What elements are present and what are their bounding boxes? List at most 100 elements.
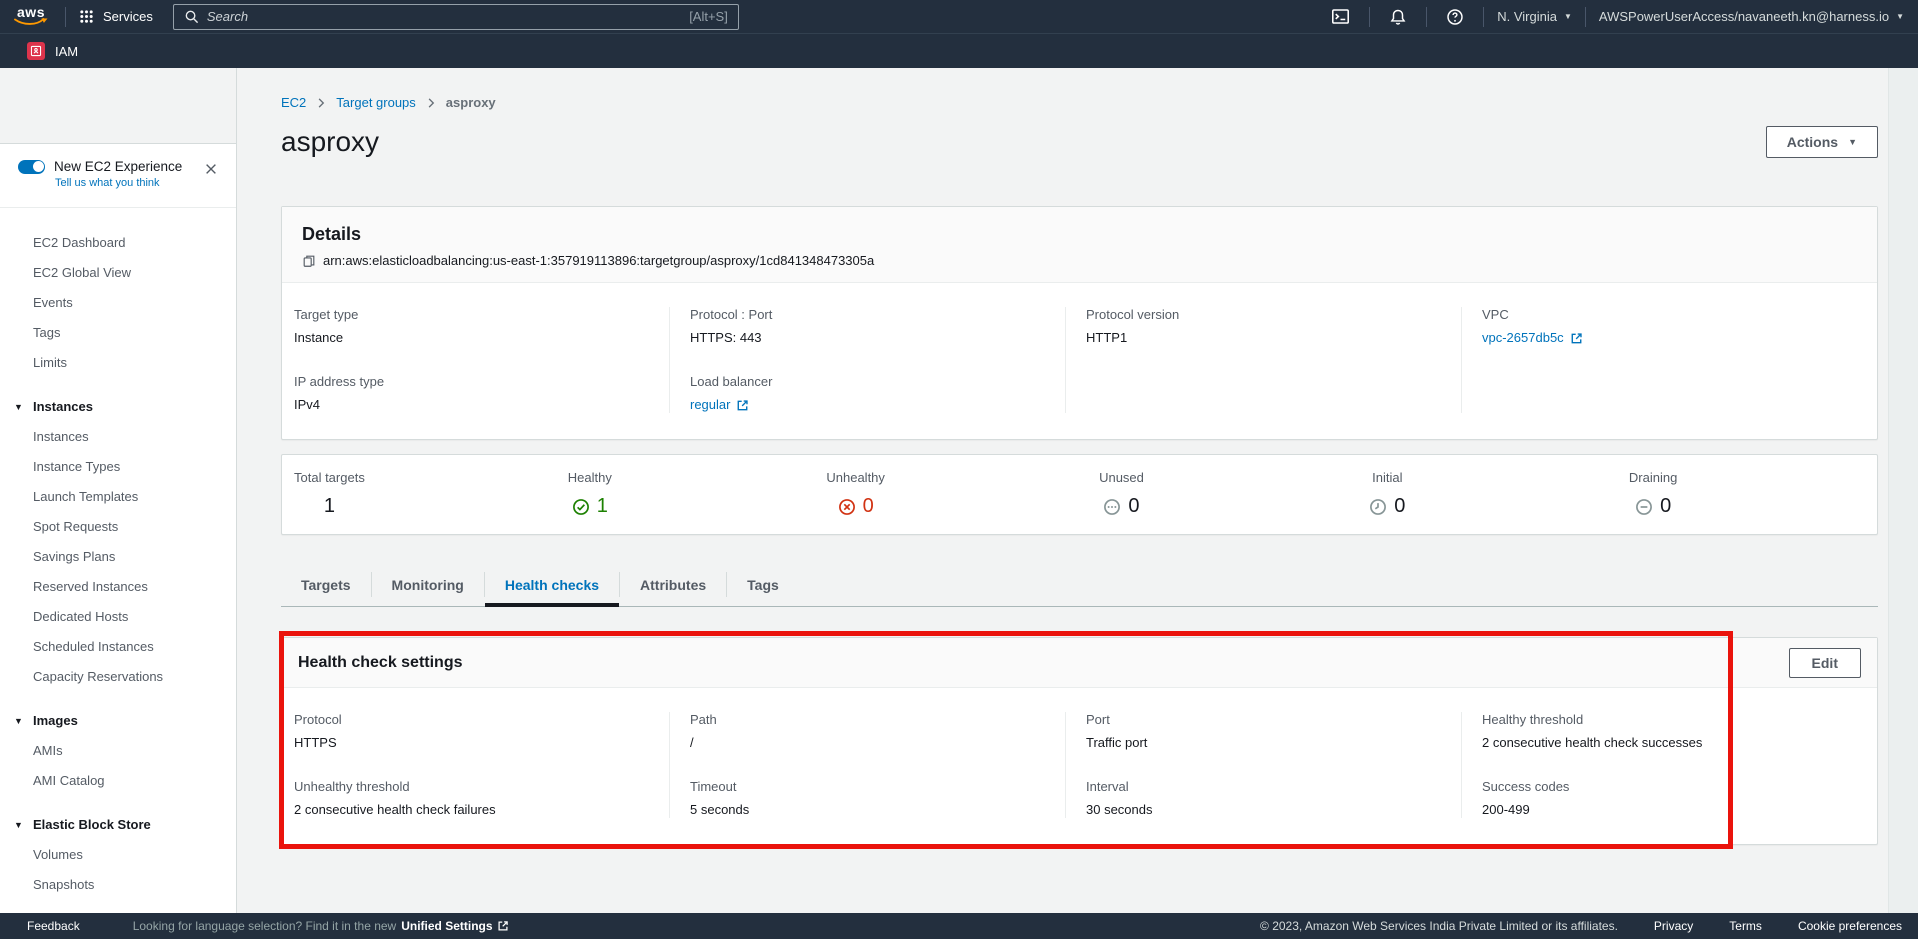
regular-link[interactable]: regular bbox=[690, 397, 749, 413]
search-input[interactable] bbox=[207, 9, 681, 24]
sidebar-item-instances[interactable]: Instances bbox=[0, 422, 236, 452]
sidebar-item-capacity-reservations[interactable]: Capacity Reservations bbox=[0, 662, 236, 692]
account-menu[interactable]: AWSPowerUserAccess/navaneeth.kn@harness.… bbox=[1599, 9, 1904, 24]
field-value: 30 seconds bbox=[1086, 802, 1461, 818]
stat-label: Healthy bbox=[568, 470, 612, 486]
help-icon[interactable] bbox=[1440, 8, 1470, 26]
close-icon[interactable] bbox=[204, 162, 218, 176]
sidebar-section-elastic-block-store[interactable]: ▼Elastic Block Store bbox=[0, 810, 236, 840]
tab-monitoring[interactable]: Monitoring bbox=[372, 563, 484, 606]
caret-down-icon: ▼ bbox=[14, 706, 24, 736]
copyright-text: © 2023, Amazon Web Services India Privat… bbox=[1260, 919, 1618, 933]
stat-total-targets: Total targets1 bbox=[282, 469, 548, 518]
chevron-right-icon bbox=[315, 97, 327, 109]
tab-tags[interactable]: Tags bbox=[727, 563, 799, 606]
language-hint-text: Looking for language selection? Find it … bbox=[133, 919, 397, 933]
field-value: / bbox=[690, 735, 1065, 751]
main-content: EC2Target groupsasproxy asproxy Actions … bbox=[237, 68, 1918, 913]
sidebar-item-ami-catalog[interactable]: AMI Catalog bbox=[0, 766, 236, 796]
details-title: Details bbox=[302, 223, 1857, 245]
sidebar-section-label: Images bbox=[33, 706, 78, 736]
services-menu-button[interactable]: Services bbox=[79, 9, 153, 24]
field-value: 5 seconds bbox=[690, 802, 1065, 818]
iam-service-icon[interactable] bbox=[27, 42, 45, 60]
tab-health-checks[interactable]: Health checks bbox=[485, 563, 619, 607]
stat-value: 1 bbox=[597, 495, 608, 518]
target-group-arn: arn:aws:elasticloadbalancing:us-east-1:3… bbox=[323, 253, 874, 268]
favorite-iam-link[interactable]: IAM bbox=[55, 44, 78, 59]
footer-link-cookie-preferences[interactable]: Cookie preferences bbox=[1798, 919, 1902, 933]
field-label: VPC bbox=[1482, 307, 1857, 323]
page-title: asproxy bbox=[281, 126, 379, 158]
tab-attributes[interactable]: Attributes bbox=[620, 563, 726, 606]
footer-link-terms[interactable]: Terms bbox=[1729, 919, 1762, 933]
footer-link-privacy[interactable]: Privacy bbox=[1654, 919, 1693, 933]
sidebar-item-volumes[interactable]: Volumes bbox=[0, 840, 236, 870]
field-value: regular bbox=[690, 397, 1065, 413]
health-check-columns: ProtocolHTTPSUnhealthy threshold2 consec… bbox=[282, 688, 1877, 844]
field-label: Healthy threshold bbox=[1482, 712, 1857, 728]
region-selector[interactable]: N. Virginia ▼ bbox=[1497, 9, 1572, 24]
minus-circle-icon bbox=[1635, 498, 1653, 516]
topbar-divider bbox=[1426, 7, 1427, 27]
breadcrumb-link-ec2[interactable]: EC2 bbox=[281, 95, 306, 110]
field-success-codes: Success codes200-499 bbox=[1482, 779, 1857, 818]
field-column: Path/Timeout5 seconds bbox=[669, 712, 1065, 818]
sidebar-item-savings-plans[interactable]: Savings Plans bbox=[0, 542, 236, 572]
health-check-settings-card: Health check settings Edit ProtocolHTTPS… bbox=[281, 637, 1878, 845]
search-shortcut-hint: [Alt+S] bbox=[689, 9, 728, 24]
feedback-link[interactable]: Feedback bbox=[27, 919, 80, 933]
sidebar-item-scheduled-instances[interactable]: Scheduled Instances bbox=[0, 632, 236, 662]
sidebar-item-tags[interactable]: Tags bbox=[0, 318, 236, 348]
sidebar-item-snapshots[interactable]: Snapshots bbox=[0, 870, 236, 900]
sidebar-item-dedicated-hosts[interactable]: Dedicated Hosts bbox=[0, 602, 236, 632]
unified-settings-link[interactable]: Unified Settings bbox=[401, 919, 508, 933]
sidebar-section-images[interactable]: ▼ Images bbox=[0, 706, 236, 736]
field-value: 2 consecutive health check failures bbox=[294, 802, 669, 818]
x-circle-icon bbox=[838, 498, 856, 516]
field-value: HTTPS: 443 bbox=[690, 330, 1065, 346]
field-value: IPv4 bbox=[294, 397, 669, 413]
field-healthy-threshold: Healthy threshold2 consecutive health ch… bbox=[1482, 712, 1857, 751]
stat-label: Initial bbox=[1372, 470, 1402, 486]
sidebar-item-instance-types[interactable]: Instance Types bbox=[0, 452, 236, 482]
sidebar-item-spot-requests[interactable]: Spot Requests bbox=[0, 512, 236, 542]
stat-unhealthy: Unhealthy0 bbox=[814, 469, 1080, 518]
breadcrumb-link-target-groups[interactable]: Target groups bbox=[336, 95, 416, 110]
tab-targets[interactable]: Targets bbox=[281, 563, 371, 606]
sidebar-item-reserved-instances[interactable]: Reserved Instances bbox=[0, 572, 236, 602]
field-timeout: Timeout5 seconds bbox=[690, 779, 1065, 818]
field-label: Load balancer bbox=[690, 374, 1065, 390]
health-check-settings-title: Health check settings bbox=[298, 654, 463, 672]
field-label: Success codes bbox=[1482, 779, 1857, 795]
cloudshell-icon[interactable] bbox=[1325, 7, 1356, 26]
stat-value: 0 bbox=[1660, 495, 1671, 518]
vpc-2657db5c-link[interactable]: vpc-2657db5c bbox=[1482, 330, 1583, 346]
notifications-bell-icon[interactable] bbox=[1383, 8, 1413, 26]
stat-value: 0 bbox=[1394, 495, 1405, 518]
footer: Feedback Looking for language selection?… bbox=[0, 913, 1918, 939]
sidebar-item-ec2-global-view[interactable]: EC2 Global View bbox=[0, 258, 236, 288]
sidebar-item-ec2-dashboard[interactable]: EC2 Dashboard bbox=[0, 228, 236, 258]
stat-label: Unused bbox=[1099, 470, 1144, 486]
edit-button[interactable]: Edit bbox=[1789, 648, 1861, 678]
breadcrumb: EC2Target groupsasproxy bbox=[281, 95, 1878, 110]
sidebar-section-instances[interactable]: ▼Instances bbox=[0, 392, 236, 422]
sidebar-item-limits[interactable]: Limits bbox=[0, 348, 236, 378]
stat-unused: Unused0 bbox=[1079, 469, 1345, 518]
copy-icon[interactable] bbox=[302, 254, 316, 268]
scrollbar-gutter[interactable] bbox=[1888, 68, 1918, 913]
region-label: N. Virginia bbox=[1497, 9, 1557, 24]
footer-links: Privacy Terms Cookie preferences bbox=[1654, 919, 1902, 933]
favorites-bar: IAM bbox=[0, 33, 1918, 68]
sidebar-item-events[interactable]: Events bbox=[0, 288, 236, 318]
sidebar-item-launch-templates[interactable]: Launch Templates bbox=[0, 482, 236, 512]
services-label: Services bbox=[103, 9, 153, 24]
tell-us-link[interactable]: Tell us what you think bbox=[55, 177, 220, 189]
actions-button[interactable]: Actions ▼ bbox=[1766, 126, 1878, 158]
new-experience-toggle[interactable] bbox=[18, 160, 45, 174]
sidebar-item-amis[interactable]: AMIs bbox=[0, 736, 236, 766]
global-search-box[interactable]: [Alt+S] bbox=[173, 4, 739, 30]
aws-logo[interactable]: aws bbox=[10, 6, 52, 27]
caret-down-icon: ▼ bbox=[1896, 12, 1904, 21]
